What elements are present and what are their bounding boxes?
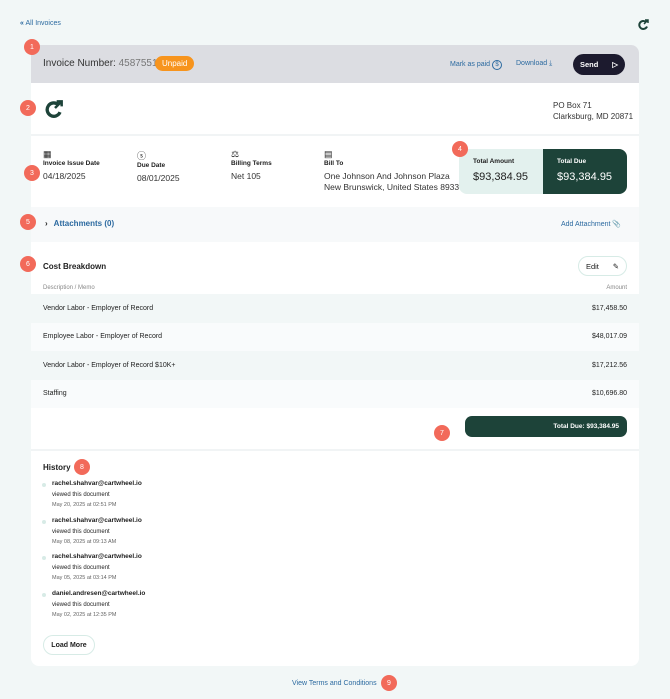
logo-icon bbox=[638, 19, 649, 30]
history-action: viewed this document bbox=[52, 528, 110, 535]
table-row: Vendor Labor - Employer of Record $10K+ $… bbox=[31, 351, 639, 380]
column-amount: Amount bbox=[606, 285, 627, 291]
invoice-card: Invoice Number: 4587551 Unpaid Mark as p… bbox=[31, 45, 639, 666]
history-title: History bbox=[43, 463, 71, 472]
dollar-circle-icon: $ bbox=[492, 60, 503, 70]
row-amount: $10,696.80 bbox=[591, 390, 627, 398]
history-action: viewed this document bbox=[52, 565, 110, 571]
bill-to: ▤ Bill To One Johnson And Johnson Plaza New… bbox=[324, 149, 460, 192]
due-date: ⓢ Due Date 08/01/2025 bbox=[137, 151, 180, 183]
back-link[interactable]: « All Invoices bbox=[20, 20, 61, 27]
download-button[interactable]: Download ⤓ bbox=[516, 60, 552, 68]
history-time: May 05, 2025 at 03:14 PM bbox=[52, 575, 117, 581]
history-time: May 08, 2025 at 09:13 AM bbox=[52, 538, 117, 545]
row-description: Vendor Labor - Employer of Record bbox=[43, 304, 154, 312]
cost-breakdown-title: Cost Breakdown bbox=[43, 262, 107, 271]
row-description: Staffing bbox=[43, 390, 67, 398]
table-row: Staffing $10,696.80 bbox=[31, 379, 639, 408]
document-icon: ▤ bbox=[324, 149, 333, 159]
send-button[interactable]: Send ▷ bbox=[573, 54, 625, 75]
timeline-dot bbox=[42, 556, 46, 560]
totals-box: Total Amount $93,384.95 Total Due $93,384.… bbox=[459, 149, 627, 194]
invoice-header: Invoice Number: 4587551 Unpaid Mark as p… bbox=[31, 45, 639, 83]
download-icon: ⤓ bbox=[549, 60, 553, 67]
status-badge: Unpaid bbox=[155, 56, 195, 71]
double-chevron-left-icon: « bbox=[20, 20, 24, 27]
terms-link[interactable]: View Terms and Conditions bbox=[292, 680, 377, 687]
history-user: rachel.shahvar@cartwheel.io bbox=[52, 553, 142, 560]
badge-3: 3 bbox=[24, 165, 40, 181]
row-description: Employee Labor - Employer of Record bbox=[43, 333, 163, 341]
billing-terms: ⚖ Billing Terms Net 105 bbox=[231, 149, 272, 181]
badge-6: 6 bbox=[20, 256, 36, 272]
row-amount: $17,212.56 bbox=[591, 361, 627, 369]
attachments-toggle[interactable]: › Attachments (0) bbox=[45, 219, 114, 228]
badge-8: 8 bbox=[74, 459, 90, 475]
table-row: Vendor Labor - Employer of Record $17,458… bbox=[31, 294, 639, 323]
history-time: May 02, 2025 at 12:35 PM bbox=[52, 611, 117, 618]
dollar-icon: ⓢ bbox=[137, 151, 147, 161]
history-item: rachel.shahvar@cartwheel.io viewed this d… bbox=[42, 480, 142, 508]
issue-date: ▦ Invoice Issue Date 04/18/2025 bbox=[43, 149, 100, 181]
company-logo bbox=[45, 100, 63, 118]
table-row: Employee Labor - Employer of Record $48,0… bbox=[31, 322, 639, 351]
history-item: daniel.andresen@cartwheel.io viewed this … bbox=[42, 589, 146, 618]
chevron-right-icon: › bbox=[45, 219, 48, 228]
history-action: viewed this document bbox=[52, 601, 110, 608]
badge-9: 9 bbox=[381, 675, 397, 691]
calendar-icon: ▦ bbox=[43, 149, 52, 159]
add-attachment-button[interactable]: Add Attachment 📎 bbox=[561, 220, 621, 228]
badge-4: 4 bbox=[452, 141, 468, 157]
history-user: daniel.andresen@cartwheel.io bbox=[52, 589, 146, 597]
history-time: May 20, 2025 at 02:51 PM bbox=[52, 502, 117, 508]
history-action: viewed this document bbox=[52, 492, 110, 498]
total-due-bar: Total Due: $93,384.95 bbox=[465, 416, 627, 437]
row-amount: $48,017.09 bbox=[591, 333, 627, 341]
badge-1: 1 bbox=[24, 39, 40, 55]
history-item: rachel.shahvar@cartwheel.io viewed this d… bbox=[42, 516, 142, 545]
attachments-section: › Attachments (0) Add Attachment 📎 bbox=[31, 207, 639, 242]
column-description: Description / Memo bbox=[43, 285, 95, 291]
row-description: Vendor Labor - Employer of Record $10K+ bbox=[43, 361, 176, 369]
edit-button[interactable]: Edit ✎ bbox=[578, 256, 627, 276]
badge-5: 5 bbox=[20, 214, 36, 230]
history-user: rachel.shahvar@cartwheel.io bbox=[52, 480, 142, 487]
load-more-button[interactable]: Load More bbox=[43, 635, 95, 655]
gavel-icon: ⚖ bbox=[231, 149, 240, 159]
mark-as-paid-button[interactable]: Mark as paid $ bbox=[450, 60, 503, 70]
invoice-number: Invoice Number: 4587551 bbox=[43, 58, 158, 69]
history-user: rachel.shahvar@cartwheel.io bbox=[52, 516, 142, 524]
send-icon: ▷ bbox=[612, 60, 619, 69]
pencil-icon: ✎ bbox=[612, 261, 620, 271]
company-address: PO Box 71 Clarksburg, MD 20871 bbox=[553, 101, 634, 121]
history-item: rachel.shahvar@cartwheel.io viewed this d… bbox=[42, 553, 142, 581]
paperclip-icon: 📎 bbox=[612, 221, 622, 228]
badge-2: 2 bbox=[20, 100, 36, 116]
timeline-dot bbox=[42, 483, 46, 487]
timeline-dot bbox=[42, 592, 46, 597]
timeline-dot bbox=[42, 519, 46, 524]
row-amount: $17,458.50 bbox=[591, 304, 627, 312]
